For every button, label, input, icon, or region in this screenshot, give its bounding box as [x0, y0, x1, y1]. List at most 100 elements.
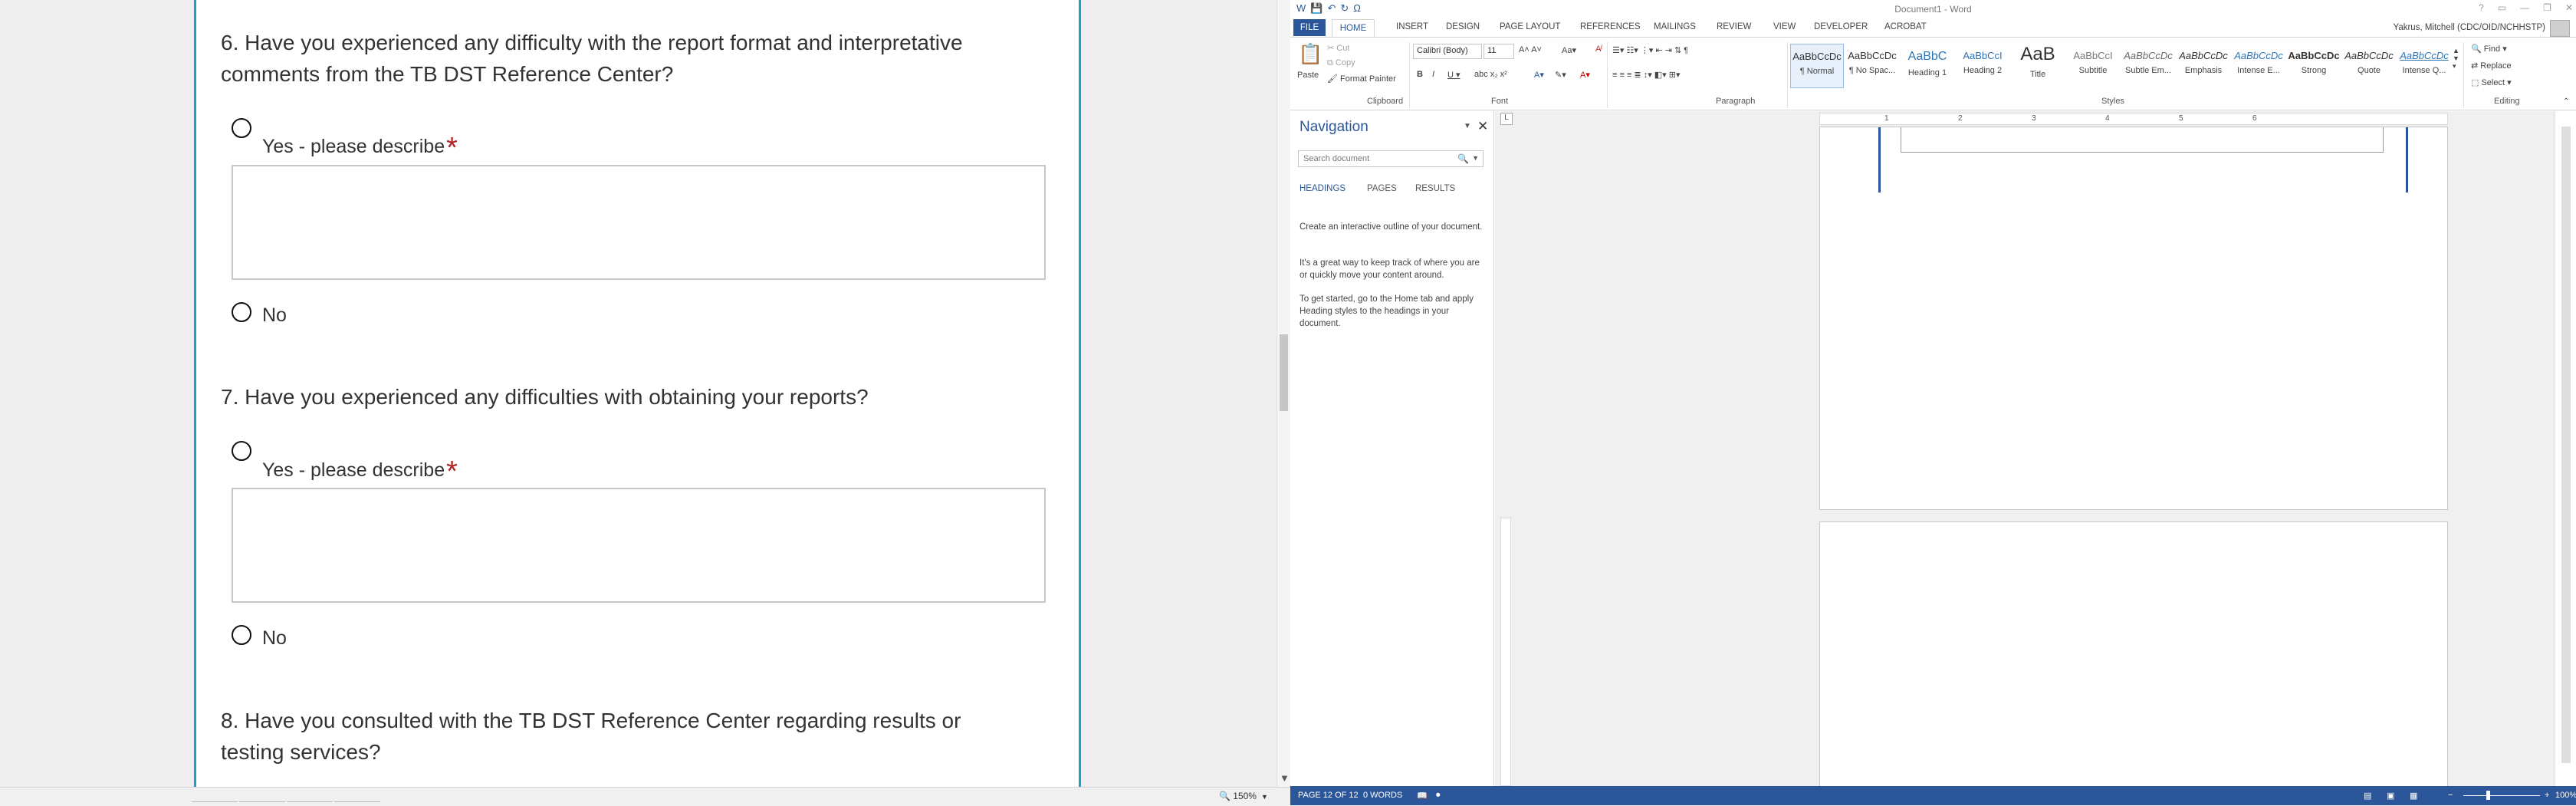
- ribbon-options-icon[interactable]: ▭: [2498, 2, 2506, 13]
- chevron-down-icon[interactable]: ▼: [1464, 122, 1471, 130]
- q6-describe-textarea[interactable]: [232, 165, 1046, 280]
- close-icon[interactable]: ✕: [2565, 2, 2573, 13]
- tab-home[interactable]: HOME: [1332, 19, 1375, 38]
- style-normal[interactable]: AaBbCcDc ¶ Normal: [1790, 44, 1844, 88]
- tab-design[interactable]: DESIGN: [1446, 22, 1480, 31]
- find-button[interactable]: 🔍 Find ▾: [2471, 44, 2507, 54]
- font-size-combo[interactable]: 11: [1484, 44, 1514, 59]
- tab-view[interactable]: VIEW: [1773, 22, 1796, 31]
- help-icon[interactable]: ?: [2479, 2, 2484, 13]
- q6-yes-radio[interactable]: [232, 118, 251, 138]
- change-case-icon[interactable]: Aa▾: [1562, 45, 1576, 55]
- font-color-icon[interactable]: A▾: [1580, 70, 1590, 80]
- paste-icon[interactable]: 📋: [1298, 42, 1322, 66]
- align-left-icon[interactable]: ≡ ≡ ≡ ≣ ↕▾ ◧▾ ⊞▾: [1612, 70, 1680, 80]
- style-sample: AaBbCcDc: [2400, 50, 2449, 61]
- style-name: ¶ No Spac...: [1848, 66, 1896, 75]
- style-no-spacing[interactable]: AaBbCcDc ¶ No Spac...: [1845, 44, 1899, 88]
- search-placeholder: Search document: [1303, 154, 1370, 163]
- tab-mailings[interactable]: MAILINGS: [1654, 22, 1696, 31]
- horizontal-ruler[interactable]: 1 2 3 4 5 6: [1819, 113, 2448, 125]
- bold-icon[interactable]: B: [1417, 70, 1423, 79]
- zoom-in-icon[interactable]: +: [2545, 791, 2549, 800]
- tab-page-layout[interactable]: PAGE LAYOUT: [1500, 22, 1560, 31]
- tab-references[interactable]: REFERENCES: [1580, 22, 1641, 31]
- styles-more-icon[interactable]: ▲ ▼ ▾: [2453, 47, 2459, 71]
- proofing-icon[interactable]: 📖: [1417, 791, 1428, 801]
- minimize-icon[interactable]: —: [2520, 2, 2529, 13]
- read-mode-icon[interactable]: ▤: [2364, 791, 2371, 801]
- highlight-icon[interactable]: ✎▾: [1555, 70, 1566, 80]
- web-layout-icon[interactable]: ▦: [2410, 791, 2417, 801]
- tab-developer[interactable]: DEVELOPER: [1814, 22, 1868, 31]
- zoom-slider[interactable]: [2463, 795, 2540, 796]
- style-subtitle[interactable]: AaBbCcI Subtitle: [2066, 44, 2120, 88]
- scroll-down-arrow-icon[interactable]: ▼: [1280, 772, 1290, 784]
- style-heading-1[interactable]: AaBbC Heading 1: [1901, 44, 1954, 88]
- bullets-icon[interactable]: ☰▾ ☷▾ ⋮▾ ⇤ ⇥ ⇅ ¶: [1612, 45, 1688, 55]
- tab-review[interactable]: REVIEW: [1717, 22, 1751, 31]
- tab-acrobat[interactable]: ACROBAT: [1884, 22, 1927, 31]
- underline-icon[interactable]: U ▾: [1447, 70, 1460, 80]
- document-area[interactable]: L 1 2 3 4 5 6: [1495, 111, 2555, 786]
- scrollbar-thumb[interactable]: [1280, 334, 1288, 411]
- tab-results[interactable]: RESULTS: [1415, 184, 1455, 193]
- collapse-ribbon-icon[interactable]: ⌃: [2563, 97, 2569, 106]
- page-count[interactable]: PAGE 12 OF 12: [1298, 791, 1359, 800]
- q7-yes-radio[interactable]: [232, 441, 251, 461]
- tab-insert[interactable]: INSERT: [1396, 22, 1428, 31]
- style-heading-2[interactable]: AaBbCcI Heading 2: [1956, 44, 2009, 88]
- text-effects-icon[interactable]: A▾: [1534, 70, 1544, 80]
- chevron-down-icon[interactable]: ▼: [1472, 154, 1479, 162]
- restore-icon[interactable]: ❐: [2543, 2, 2551, 13]
- window-controls: ? ▭ — ❐ ✕: [2479, 2, 2573, 13]
- q7-no-radio[interactable]: [232, 625, 251, 645]
- style-sample: AaB: [2020, 44, 2055, 64]
- style-sample: AaBbCcDc: [2234, 50, 2283, 61]
- close-icon[interactable]: ✕: [1477, 119, 1488, 134]
- zoom-level[interactable]: 100%: [2555, 791, 2576, 800]
- vertical-ruler[interactable]: [1500, 518, 1511, 786]
- search-icon[interactable]: 🔍: [1457, 153, 1469, 164]
- scrollbar-thumb[interactable]: [2561, 127, 2571, 763]
- tab-file[interactable]: FILE: [1293, 19, 1326, 36]
- document-page[interactable]: [1819, 521, 2448, 786]
- cut-button[interactable]: ✂ Cut: [1327, 43, 1349, 53]
- font-name-combo[interactable]: Calibri (Body): [1413, 44, 1482, 59]
- tab-headings[interactable]: HEADINGS: [1300, 184, 1346, 193]
- macro-record-icon[interactable]: ⏺: [1436, 791, 1441, 801]
- group-separator: [2463, 42, 2464, 108]
- replace-button[interactable]: ⇄ Replace: [2471, 61, 2512, 71]
- avatar[interactable]: [2550, 20, 2570, 37]
- document-scrollbar[interactable]: [2555, 111, 2576, 786]
- style-title[interactable]: AaB Title: [2011, 44, 2065, 88]
- document-page[interactable]: [1819, 127, 2448, 510]
- paste-button[interactable]: Paste: [1297, 71, 1319, 80]
- grow-font-icon[interactable]: A˄ A˅: [1519, 45, 1542, 54]
- italic-icon[interactable]: I: [1432, 70, 1434, 79]
- style-intense-emphasis[interactable]: AaBbCcDc Intense E...: [2232, 44, 2285, 88]
- format-painter-button[interactable]: 🖌 Format Painter: [1327, 74, 1396, 84]
- select-button[interactable]: ⬚ Select ▾: [2471, 77, 2512, 87]
- style-subtle-emphasis[interactable]: AaBbCcDc Subtle Em...: [2121, 44, 2175, 88]
- style-quote[interactable]: AaBbCcDc Quote: [2342, 44, 2396, 88]
- survey-scrollbar[interactable]: ▼: [1276, 0, 1290, 787]
- style-strong[interactable]: AaBbCcDc Strong: [2287, 44, 2341, 88]
- search-input[interactable]: Search document 🔍 ▼: [1298, 150, 1484, 167]
- print-layout-icon[interactable]: ▣: [2387, 791, 2394, 801]
- q7-describe-textarea[interactable]: [232, 488, 1046, 603]
- strikethrough-icon[interactable]: abc x₂ x²: [1474, 70, 1507, 79]
- tab-pages[interactable]: PAGES: [1367, 184, 1397, 193]
- zoom-out-icon[interactable]: −: [2448, 791, 2453, 800]
- word-count[interactable]: 0 WORDS: [1363, 791, 1402, 800]
- tab-selector[interactable]: L: [1500, 113, 1513, 125]
- style-emphasis[interactable]: AaBbCcDc Emphasis: [2177, 44, 2230, 88]
- q6-no-radio[interactable]: [232, 302, 251, 322]
- style-intense-quote[interactable]: AaBbCcDc Intense Q...: [2397, 44, 2451, 88]
- zoom-slider-handle[interactable]: [2486, 791, 2490, 800]
- copy-button[interactable]: ⧉ Copy: [1327, 58, 1355, 68]
- clear-formatting-icon[interactable]: A̸: [1595, 44, 1601, 54]
- browser-zoom[interactable]: 🔍 150% ▼: [1219, 791, 1268, 801]
- user-name[interactable]: Yakrus, Mitchell (CDC/OID/NCHHSTP): [2394, 23, 2546, 32]
- style-sample: AaBbCcDc: [2124, 50, 2173, 61]
